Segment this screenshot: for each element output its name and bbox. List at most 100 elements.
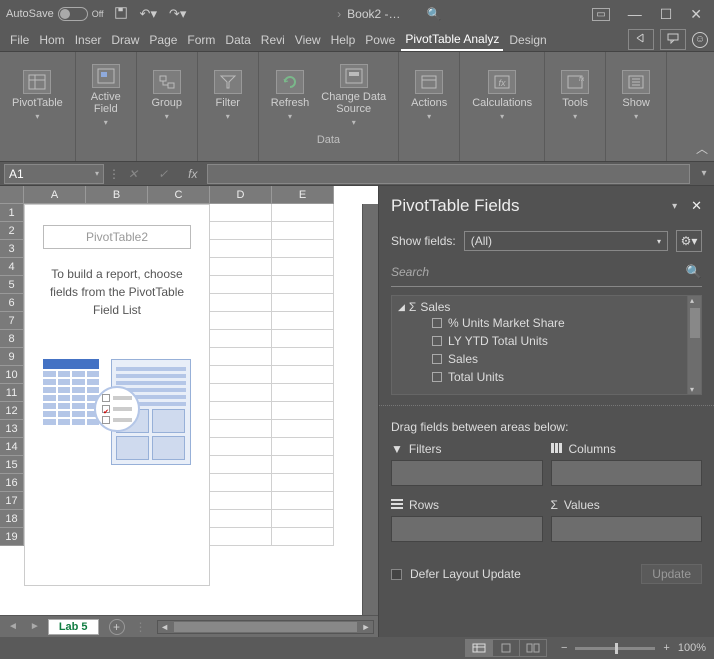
area-values[interactable]: ΣValues bbox=[551, 496, 703, 542]
autosave-toggle[interactable]: AutoSave Off bbox=[6, 7, 104, 21]
sheet-tab-active[interactable]: Lab 5 bbox=[48, 619, 99, 635]
row-header[interactable]: 12 bbox=[0, 402, 24, 420]
row-header[interactable]: 17 bbox=[0, 492, 24, 510]
formula-bar: A1▾ ⋮ ✕ ✓ fx ▾ bbox=[0, 162, 714, 186]
field-item[interactable]: Total Units bbox=[398, 368, 681, 386]
defer-checkbox[interactable] bbox=[391, 569, 402, 580]
pivottable-button[interactable]: PivotTable▾ bbox=[8, 66, 67, 125]
collapse-ribbon-icon[interactable]: ︿ bbox=[696, 140, 708, 157]
select-all-corner[interactable] bbox=[0, 186, 24, 204]
cancel-icon[interactable]: ✕ bbox=[118, 167, 148, 181]
share-button[interactable] bbox=[628, 29, 654, 50]
row-header[interactable]: 6 bbox=[0, 294, 24, 312]
calculations-button[interactable]: fxCalculations▾ bbox=[468, 66, 536, 125]
tab-page-layout[interactable]: Page bbox=[145, 30, 181, 50]
change-data-source-button[interactable]: Change Data Source▾ bbox=[317, 60, 390, 131]
group-button[interactable]: Group▾ bbox=[145, 66, 189, 125]
col-header[interactable]: D bbox=[210, 186, 272, 204]
sheet-nav-next[interactable]: ► bbox=[26, 621, 44, 632]
actions-button[interactable]: Actions▾ bbox=[407, 66, 451, 125]
field-search[interactable]: Search 🔍 bbox=[391, 262, 702, 287]
zoom-in-button[interactable]: + bbox=[663, 642, 669, 654]
tab-insert[interactable]: Inser bbox=[71, 30, 106, 50]
row-header[interactable]: 5 bbox=[0, 276, 24, 294]
row-header[interactable]: 11 bbox=[0, 384, 24, 402]
close-button[interactable]: ✕ bbox=[690, 6, 702, 23]
maximize-button[interactable]: ☐ bbox=[660, 6, 673, 23]
row-header[interactable]: 15 bbox=[0, 456, 24, 474]
show-fields-select[interactable]: (All)▾ bbox=[464, 231, 668, 251]
tab-formulas[interactable]: Form bbox=[183, 30, 219, 50]
tab-help[interactable]: Help bbox=[327, 30, 360, 50]
pane-close-icon[interactable]: ✕ bbox=[691, 198, 702, 214]
col-header[interactable]: B bbox=[86, 186, 148, 204]
view-normal-button[interactable] bbox=[465, 639, 493, 657]
active-field-button[interactable]: Active Field▾ bbox=[84, 60, 128, 131]
row-header[interactable]: 10 bbox=[0, 366, 24, 384]
field-item[interactable]: LY YTD Total Units bbox=[398, 332, 681, 350]
tab-home[interactable]: Hom bbox=[35, 30, 68, 50]
col-header[interactable]: E bbox=[272, 186, 334, 204]
row-header[interactable]: 16 bbox=[0, 474, 24, 492]
row-header[interactable]: 14 bbox=[0, 438, 24, 456]
tab-data[interactable]: Data bbox=[221, 30, 254, 50]
update-button[interactable]: Update bbox=[641, 564, 702, 584]
minimize-button[interactable]: — bbox=[628, 6, 642, 22]
filter-button[interactable]: Filter▾ bbox=[206, 66, 250, 125]
search-icon[interactable]: 🔍 bbox=[427, 7, 442, 21]
field-item[interactable]: Sales bbox=[398, 350, 681, 368]
row-header[interactable]: 9 bbox=[0, 348, 24, 366]
row-header[interactable]: 2 bbox=[0, 222, 24, 240]
view-page-break-button[interactable] bbox=[519, 639, 547, 657]
row-header[interactable]: 4 bbox=[0, 258, 24, 276]
tab-file[interactable]: File bbox=[6, 30, 33, 50]
tab-power-pivot[interactable]: Powe bbox=[361, 30, 399, 50]
horizontal-scrollbar[interactable]: ◄► bbox=[157, 620, 374, 634]
zoom-level[interactable]: 100% bbox=[678, 642, 706, 654]
redo-icon[interactable]: ↷▾ bbox=[169, 6, 186, 22]
formula-input[interactable] bbox=[207, 164, 690, 184]
save-icon[interactable] bbox=[114, 6, 128, 23]
tools-gear-icon[interactable]: ⚙▾ bbox=[676, 230, 702, 252]
refresh-button[interactable]: Refresh▾ bbox=[267, 66, 314, 125]
view-page-layout-button[interactable] bbox=[492, 639, 520, 657]
area-rows[interactable]: Rows bbox=[391, 496, 543, 542]
tab-view[interactable]: View bbox=[291, 30, 325, 50]
field-list-scrollbar[interactable] bbox=[687, 296, 701, 394]
row-header[interactable]: 8 bbox=[0, 330, 24, 348]
field-group[interactable]: ◢ΣSales bbox=[398, 300, 681, 314]
col-header[interactable]: C bbox=[148, 186, 210, 204]
pane-options-icon[interactable]: ▾ bbox=[672, 201, 677, 212]
row-header[interactable]: 19 bbox=[0, 528, 24, 546]
zoom-out-button[interactable]: − bbox=[561, 642, 567, 654]
sheet-nav-prev[interactable]: ◄ bbox=[4, 621, 22, 632]
enter-icon[interactable]: ✓ bbox=[148, 167, 178, 181]
fx-icon[interactable]: fx bbox=[178, 167, 207, 181]
area-filters[interactable]: ▼Filters bbox=[391, 440, 543, 486]
row-header[interactable]: 13 bbox=[0, 420, 24, 438]
tab-draw[interactable]: Draw bbox=[107, 30, 143, 50]
ribbon-display-icon[interactable]: ▭ bbox=[592, 8, 609, 21]
comments-button[interactable] bbox=[660, 29, 686, 50]
zoom-slider[interactable] bbox=[575, 647, 655, 650]
feedback-icon[interactable]: ☺ bbox=[692, 32, 708, 48]
cells-grid[interactable]: 12345678910111213141516171819 PivotTable… bbox=[0, 204, 362, 615]
show-button[interactable]: Show▾ bbox=[614, 66, 658, 125]
undo-icon[interactable]: ↶▾ bbox=[140, 6, 157, 22]
row-header[interactable]: 7 bbox=[0, 312, 24, 330]
col-header[interactable]: A bbox=[24, 186, 86, 204]
vertical-scrollbar[interactable] bbox=[362, 204, 378, 615]
add-sheet-button[interactable]: + bbox=[109, 619, 125, 635]
pivottable-placeholder: PivotTable2 To build a report, choose fi… bbox=[24, 204, 210, 586]
name-box[interactable]: A1▾ bbox=[4, 164, 104, 184]
row-header[interactable]: 18 bbox=[0, 510, 24, 528]
tab-review[interactable]: Revi bbox=[257, 30, 289, 50]
tools-button[interactable]: fxTools▾ bbox=[553, 66, 597, 125]
expand-formula-bar-icon[interactable]: ▾ bbox=[694, 168, 714, 179]
row-header[interactable]: 3 bbox=[0, 240, 24, 258]
field-item[interactable]: % Units Market Share bbox=[398, 314, 681, 332]
row-header[interactable]: 1 bbox=[0, 204, 24, 222]
tab-pivottable-analyze[interactable]: PivotTable Analyz bbox=[401, 29, 503, 51]
area-columns[interactable]: Columns bbox=[551, 440, 703, 486]
tab-design[interactable]: Design bbox=[505, 30, 550, 50]
